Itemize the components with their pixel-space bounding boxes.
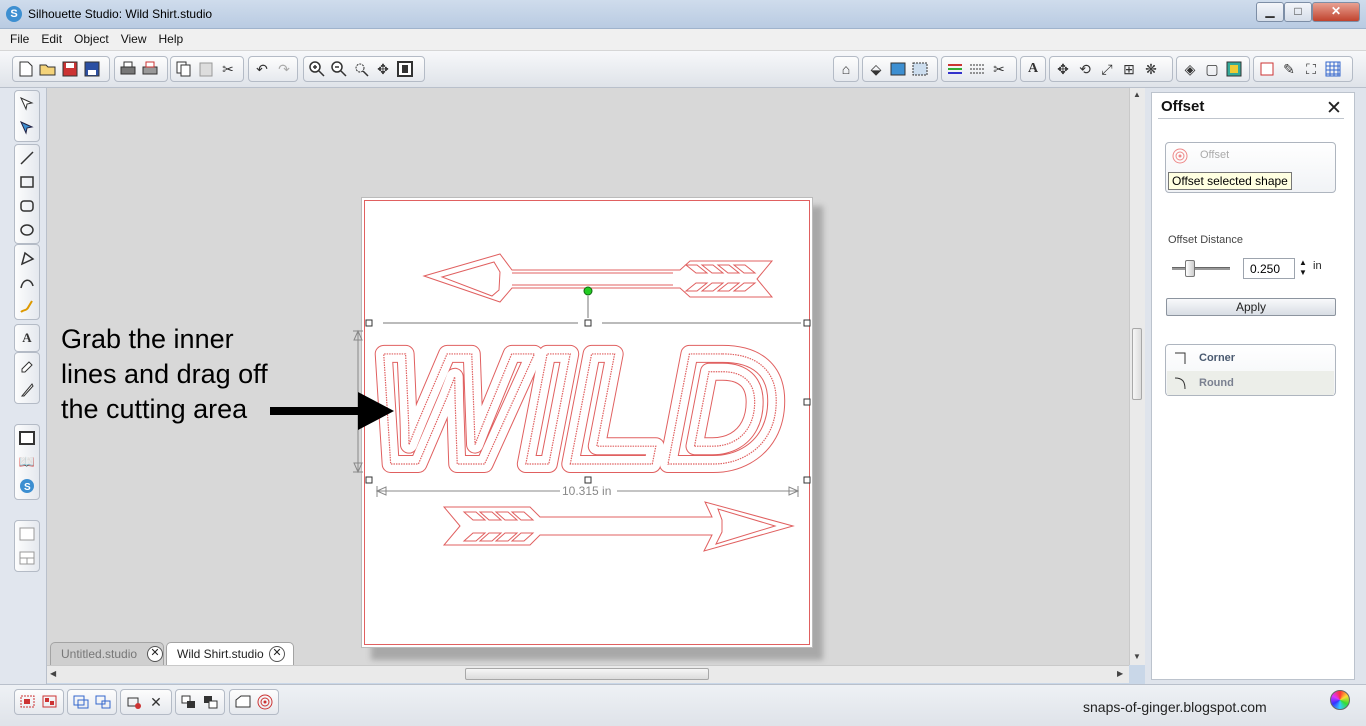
horizontal-scroll-thumb[interactable]	[465, 668, 709, 680]
corner-label: Corner	[1199, 352, 1236, 364]
corner-style-group: Corner Round	[1165, 344, 1336, 396]
ungroup-icon[interactable]	[39, 691, 61, 713]
apply-button[interactable]: Apply	[1166, 298, 1336, 316]
close-tab-icon[interactable]: ✕	[147, 646, 163, 662]
bottom-arrow-shape	[442, 501, 795, 552]
width-dimension-label: 10.315 in	[562, 484, 612, 498]
distance-stepper[interactable]: ▲ ▼	[1299, 258, 1307, 278]
panel-close-button[interactable]: ✕	[1326, 97, 1342, 120]
group-icon[interactable]	[17, 691, 39, 713]
offset-distance-input[interactable]	[1243, 258, 1295, 279]
offset-button-label: Offset	[1200, 149, 1230, 161]
offset-tool-icon[interactable]	[254, 691, 276, 713]
offset-distance-label: Offset Distance	[1168, 234, 1243, 246]
horizontal-scrollbar[interactable]: ◀ ▶	[47, 665, 1129, 683]
scroll-left-icon[interactable]: ◀	[50, 669, 56, 678]
distance-slider-track[interactable]	[1172, 267, 1230, 270]
color-wheel-icon[interactable]	[1330, 690, 1350, 710]
modify-icon[interactable]	[232, 691, 254, 713]
panel-title: Offset	[1161, 98, 1205, 115]
tab-wild-shirt[interactable]: Wild Shirt.studio ✕	[166, 642, 294, 665]
corner-option[interactable]: Corner	[1167, 346, 1334, 370]
distance-unit: in	[1313, 260, 1322, 272]
select-all-icon[interactable]	[123, 691, 145, 713]
tab-label: Untitled.studio	[61, 647, 138, 661]
offset-icon	[1172, 148, 1188, 164]
svg-text:WILD: WILD	[372, 319, 781, 498]
scroll-down-icon[interactable]: ▼	[1133, 652, 1141, 661]
round-label: Round	[1199, 377, 1234, 389]
tab-untitled[interactable]: Untitled.studio ✕	[50, 642, 164, 665]
annotation-text: Grab the inner lines and drag off the cu…	[61, 324, 268, 424]
bring-to-front-icon[interactable]	[178, 691, 200, 713]
bottom-toolbar: ✕ snaps-of-ginger.blogspot.com	[0, 684, 1366, 726]
wild-word-shape: WILD WILD WILD	[363, 310, 790, 507]
top-arrow-shape	[422, 253, 774, 303]
tab-label: Wild Shirt.studio	[177, 647, 264, 661]
close-tab-icon[interactable]: ✕	[269, 646, 285, 662]
distance-slider-thumb[interactable]	[1185, 260, 1195, 277]
vertical-scroll-thumb[interactable]	[1132, 328, 1142, 400]
watermark-text: snaps-of-ginger.blogspot.com	[1083, 699, 1267, 715]
scroll-right-icon[interactable]: ▶	[1117, 669, 1123, 678]
panel-divider	[1158, 118, 1344, 119]
scroll-up-icon[interactable]: ▲	[1133, 90, 1141, 99]
tooltip: Offset selected shape	[1168, 172, 1292, 190]
corner-icon	[1175, 352, 1186, 364]
round-option[interactable]: Round	[1167, 371, 1334, 395]
release-compound-path-icon[interactable]	[92, 691, 114, 713]
vertical-scrollbar[interactable]: ▲ ▼	[1129, 88, 1145, 665]
send-to-back-icon[interactable]	[200, 691, 222, 713]
deselect-icon[interactable]: ✕	[145, 691, 167, 713]
make-compound-path-icon[interactable]	[70, 691, 92, 713]
round-corner-icon	[1174, 377, 1186, 390]
